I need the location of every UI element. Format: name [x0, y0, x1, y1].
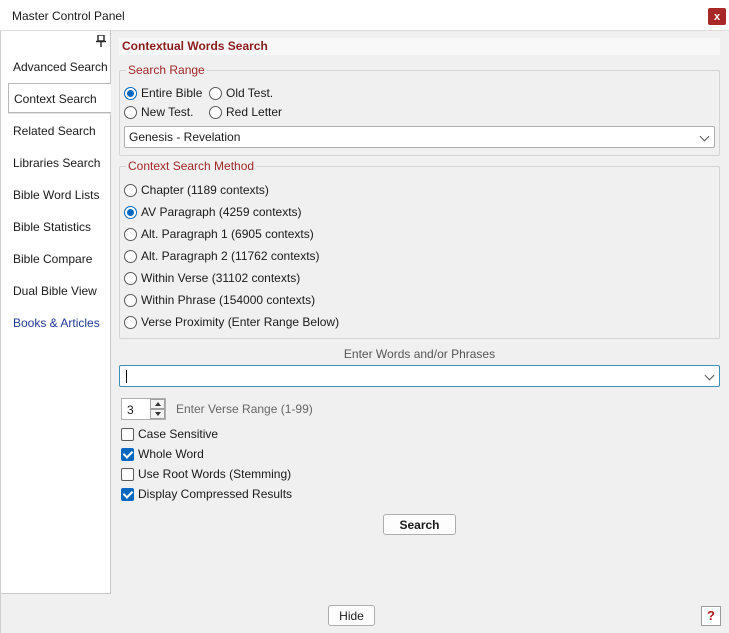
radio-checked-icon[interactable]: [124, 205, 137, 219]
radio-checked-icon[interactable]: [124, 86, 137, 100]
checkbox-icon[interactable]: [121, 467, 134, 481]
radio-icon[interactable]: [124, 249, 137, 263]
hide-button[interactable]: Hide: [328, 605, 375, 626]
radio-icon[interactable]: [124, 105, 137, 119]
close-button[interactable]: x: [708, 8, 726, 25]
range-old-test[interactable]: Old Test.: [209, 86, 273, 100]
range-select-value: Genesis - Revelation: [129, 130, 241, 144]
option-whole-word-label: Whole Word: [138, 447, 204, 461]
title-bar: Master Control Panel x: [0, 0, 729, 31]
verse-range-stepper[interactable]: 3: [121, 398, 166, 420]
method-verse-proximity-label: Verse Proximity (Enter Range Below): [141, 315, 340, 329]
radio-icon[interactable]: [124, 293, 137, 307]
sidebar-item-bible-compare[interactable]: Bible Compare: [1, 244, 110, 274]
words-input[interactable]: [119, 365, 720, 387]
sidebar: Advanced Search Context Search Related S…: [1, 31, 111, 594]
method-within-verse[interactable]: Within Verse (31102 contexts): [124, 271, 300, 285]
search-button[interactable]: Search: [383, 514, 456, 535]
option-whole-word[interactable]: Whole Word: [121, 447, 204, 461]
option-root-words[interactable]: Use Root Words (Stemming): [121, 467, 291, 481]
option-case-sensitive[interactable]: Case Sensitive: [121, 427, 218, 441]
range-red-letter[interactable]: Red Letter: [209, 105, 282, 119]
checkbox-checked-icon[interactable]: [121, 447, 134, 461]
method-av-paragraph-label: AV Paragraph (4259 contexts): [141, 205, 302, 219]
radio-icon[interactable]: [124, 315, 137, 329]
range-red-letter-label: Red Letter: [226, 105, 283, 119]
radio-icon[interactable]: [209, 86, 222, 100]
method-within-verse-label: Within Verse (31102 contexts): [141, 271, 301, 285]
words-label: Enter Words and/or Phrases: [343, 347, 496, 361]
range-new-test-label: New Test.: [141, 105, 194, 119]
sidebar-item-bible-statistics[interactable]: Bible Statistics: [1, 212, 110, 242]
method-within-phrase[interactable]: Within Phrase (154000 contexts): [124, 293, 315, 307]
method-verse-proximity[interactable]: Verse Proximity (Enter Range Below): [124, 315, 339, 329]
sidebar-item-advanced-search[interactable]: Advanced Search: [1, 52, 110, 82]
method-alt-paragraph-1-label: Alt. Paragraph 1 (6905 contexts): [141, 227, 314, 241]
radio-icon[interactable]: [124, 227, 137, 241]
verse-range-value: 3: [127, 403, 134, 417]
text-caret: [126, 370, 127, 383]
help-button[interactable]: ?: [701, 606, 721, 626]
option-case-sensitive-label: Case Sensitive: [138, 427, 219, 441]
chevron-down-icon[interactable]: [704, 370, 715, 381]
method-within-phrase-label: Within Phrase (154000 contexts): [141, 293, 316, 307]
radio-icon[interactable]: [124, 183, 137, 197]
range-new-test[interactable]: New Test.: [124, 105, 193, 119]
option-compressed-results[interactable]: Display Compressed Results: [121, 487, 292, 501]
sidebar-item-context-search[interactable]: Context Search: [8, 83, 111, 113]
chevron-down-icon: [699, 131, 710, 142]
method-av-paragraph[interactable]: AV Paragraph (4259 contexts): [124, 205, 302, 219]
method-legend: Context Search Method: [126, 159, 257, 173]
spin-down-icon[interactable]: [150, 409, 165, 419]
method-chapter-label: Chapter (1189 contexts): [141, 183, 269, 197]
window-title: Master Control Panel: [12, 9, 125, 23]
range-select[interactable]: Genesis - Revelation: [124, 126, 715, 148]
method-alt-paragraph-2[interactable]: Alt. Paragraph 2 (11762 contexts): [124, 249, 320, 263]
range-entire-bible[interactable]: Entire Bible: [124, 86, 202, 100]
method-alt-paragraph-1[interactable]: Alt. Paragraph 1 (6905 contexts): [124, 227, 314, 241]
range-entire-bible-label: Entire Bible: [141, 86, 203, 100]
option-compressed-results-label: Display Compressed Results: [138, 487, 293, 501]
search-range-legend: Search Range: [126, 63, 207, 77]
checkbox-icon[interactable]: [121, 427, 134, 441]
radio-icon[interactable]: [124, 271, 137, 285]
spin-up-icon[interactable]: [150, 399, 165, 409]
sidebar-item-related-search[interactable]: Related Search: [1, 116, 110, 146]
method-chapter[interactable]: Chapter (1189 contexts): [124, 183, 269, 197]
method-alt-paragraph-2-label: Alt. Paragraph 2 (11762 contexts): [141, 249, 320, 263]
pin-icon[interactable]: [96, 35, 106, 47]
option-root-words-label: Use Root Words (Stemming): [138, 467, 292, 481]
range-old-test-label: Old Test.: [226, 86, 274, 100]
sidebar-item-libraries-search[interactable]: Libraries Search: [1, 148, 110, 178]
sidebar-item-bible-word-lists[interactable]: Bible Word Lists: [1, 180, 110, 210]
verse-range-label: Enter Verse Range (1-99): [176, 402, 313, 416]
section-title: Contextual Words Search: [119, 38, 720, 55]
sidebar-item-books-articles[interactable]: Books & Articles: [1, 308, 110, 338]
checkbox-checked-icon[interactable]: [121, 487, 134, 501]
sidebar-item-dual-bible-view[interactable]: Dual Bible View: [1, 276, 110, 306]
radio-icon[interactable]: [209, 105, 222, 119]
